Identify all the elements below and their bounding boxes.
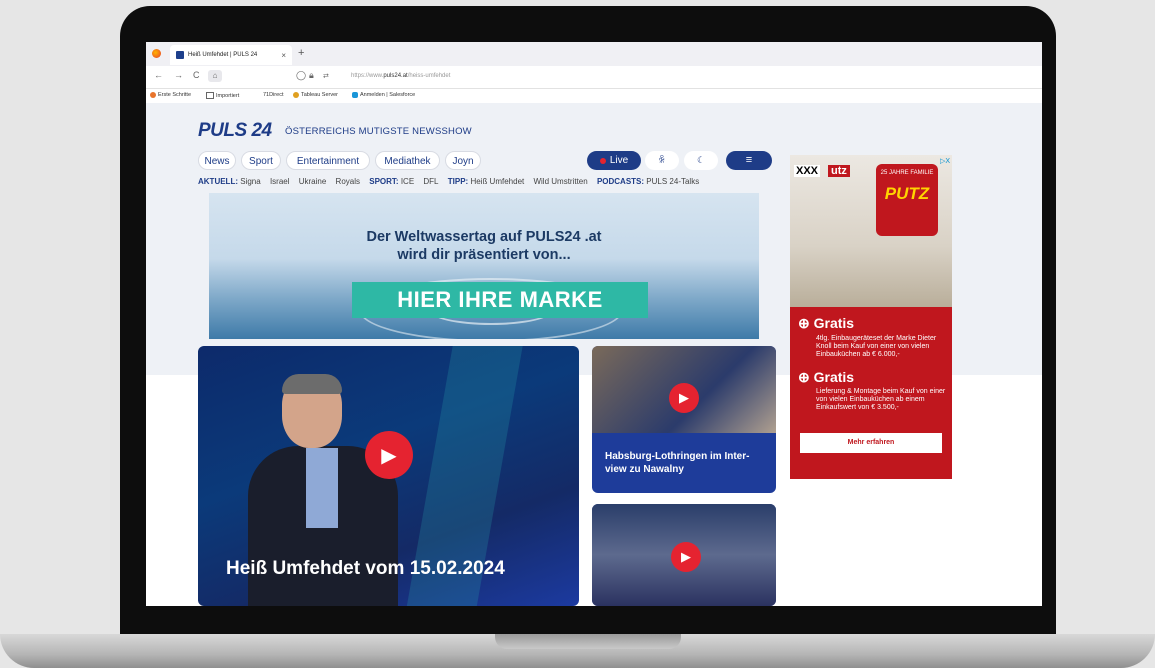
quicklink[interactable]: DFL xyxy=(423,177,438,186)
tab-bar: Heiß Umfehdet | PULS 24 × + xyxy=(146,42,1042,66)
url-domain: puls24.at xyxy=(383,73,408,79)
browser-window: Heiß Umfehdet | PULS 24 × + ← → C ⌂ ◯ 🔒︎… xyxy=(146,42,1042,606)
puls24-logo[interactable]: PULS 24 xyxy=(198,120,272,142)
laptop-notch xyxy=(495,634,681,649)
bookmarks-bar: Erste Schritte Importiert 71Direct Table… xyxy=(146,89,1042,103)
nav-mediathek[interactable]: Mediathek xyxy=(375,151,440,170)
quicklink[interactable]: ICE xyxy=(401,177,414,186)
video-card-title[interactable]: Habsburg-Lothringen im Inter-view zu Naw… xyxy=(605,450,765,476)
video-card[interactable]: ▶ Habsburg-Lothringen im Inter-view zu N… xyxy=(592,346,776,493)
hero-title[interactable]: Heiß Umfehdet vom 15.02.2024 xyxy=(226,558,505,580)
quicklink[interactable]: Signa xyxy=(240,177,260,186)
video-card[interactable]: ▶ xyxy=(592,504,776,606)
nav-news[interactable]: News xyxy=(198,151,236,170)
live-button[interactable]: Live xyxy=(587,151,641,170)
puls24-favicon-icon xyxy=(176,51,184,59)
shield-icon[interactable]: ◯ xyxy=(296,70,306,81)
bookmark-item[interactable]: 71Direct xyxy=(263,92,283,98)
lock-icon[interactable]: 🔒︎ xyxy=(309,70,314,81)
forward-icon[interactable]: → xyxy=(174,70,183,80)
quicklink[interactable]: Wild Umstritten xyxy=(533,177,587,186)
ad-choices-icon[interactable]: ▷X xyxy=(940,157,950,165)
close-tab-icon[interactable]: × xyxy=(281,51,286,60)
new-tab-button[interactable]: + xyxy=(298,47,304,59)
quicklink[interactable]: Israel xyxy=(270,177,290,186)
home-icon[interactable]: ⌂ xyxy=(208,70,222,82)
dark-mode-icon[interactable]: ☾ xyxy=(684,151,718,170)
ad-offer-text: Lieferung & Montage beim Kauf von einer … xyxy=(816,388,946,411)
weltwassertag-banner[interactable]: Der Weltwassertag auf PULS24 .at wird di… xyxy=(209,193,759,339)
bookmark-item[interactable]: Erste Schritte xyxy=(150,92,191,98)
nav-joyn[interactable]: Joyn xyxy=(445,151,481,170)
page-content: PULS 24 ÖSTERREICHS MUTIGSTE NEWSSHOW Ne… xyxy=(146,103,1042,606)
firefox-icon xyxy=(152,49,161,58)
navigation-toolbar: ← → C ⌂ ◯ 🔒︎ ⇄ https://www.puls24.at/hei… xyxy=(146,66,1042,89)
play-icon[interactable]: ▶ xyxy=(669,383,699,413)
play-icon[interactable]: ▶ xyxy=(671,542,701,572)
quicklink[interactable]: Heiß Umfehdet xyxy=(470,177,524,186)
quicklinks-bar: AKTUELL: Signa Israel Ukraine Royals SPO… xyxy=(198,177,700,186)
user-icon[interactable]: ꆜ xyxy=(645,151,679,170)
reload-icon[interactable]: C xyxy=(193,70,200,80)
bookmark-folder[interactable]: Importiert xyxy=(206,92,239,99)
nav-sport[interactable]: Sport xyxy=(241,151,281,170)
quicklink[interactable]: Ukraine xyxy=(299,177,327,186)
ad-badge: 25 JAHRE FAMILIE PUTZ xyxy=(876,164,938,236)
hero-video[interactable]: ▶ Heiß Umfehdet vom 15.02.2024 xyxy=(198,346,579,606)
live-dot-icon xyxy=(599,157,606,164)
menu-icon[interactable]: ≡ xyxy=(726,151,772,170)
site-tagline: ÖSTERREICHS MUTIGSTE NEWSSHOW xyxy=(285,126,472,137)
bookmark-item[interactable]: Anmelden | Salesforce xyxy=(352,92,415,98)
tab-title: Heiß Umfehdet | PULS 24 xyxy=(188,52,258,58)
ad-logo-xxx: XXX xyxy=(794,165,821,177)
brand-placeholder: HIER IHRE MARKE xyxy=(352,282,648,318)
xxxlutz-ad[interactable]: ▷X XXX utz 25 JAHRE FAMILIE PUTZ ⊕ Grati… xyxy=(790,155,952,479)
ad-logo-lutz: utz xyxy=(828,165,850,177)
folder-icon xyxy=(206,92,214,99)
ad-more-button[interactable]: Mehr erfahren xyxy=(800,433,942,453)
ad-offer-title: ⊕ Gratis xyxy=(798,369,855,385)
address-bar[interactable]: https://www.puls24.at/heiss-umfehdet xyxy=(351,73,450,79)
browser-tab[interactable]: Heiß Umfehdet | PULS 24 × xyxy=(170,45,292,65)
nav-entertainment[interactable]: Entertainment xyxy=(286,151,370,170)
bookmark-item[interactable]: Tableau Server xyxy=(293,92,338,98)
ad-offer-title: ⊕ Gratis xyxy=(798,315,855,331)
back-icon[interactable]: ← xyxy=(154,70,163,80)
quicklink[interactable]: Royals xyxy=(336,177,360,186)
ad-offer-text: 4tlg. Einbaugeräteset der Marke Dieter K… xyxy=(816,335,937,358)
play-icon[interactable]: ▶ xyxy=(365,431,413,479)
permissions-icon[interactable]: ⇄ xyxy=(323,72,329,80)
banner-text: Der Weltwassertag auf PULS24 .at wird di… xyxy=(366,229,602,263)
quicklink[interactable]: PULS 24-Talks xyxy=(646,177,699,186)
